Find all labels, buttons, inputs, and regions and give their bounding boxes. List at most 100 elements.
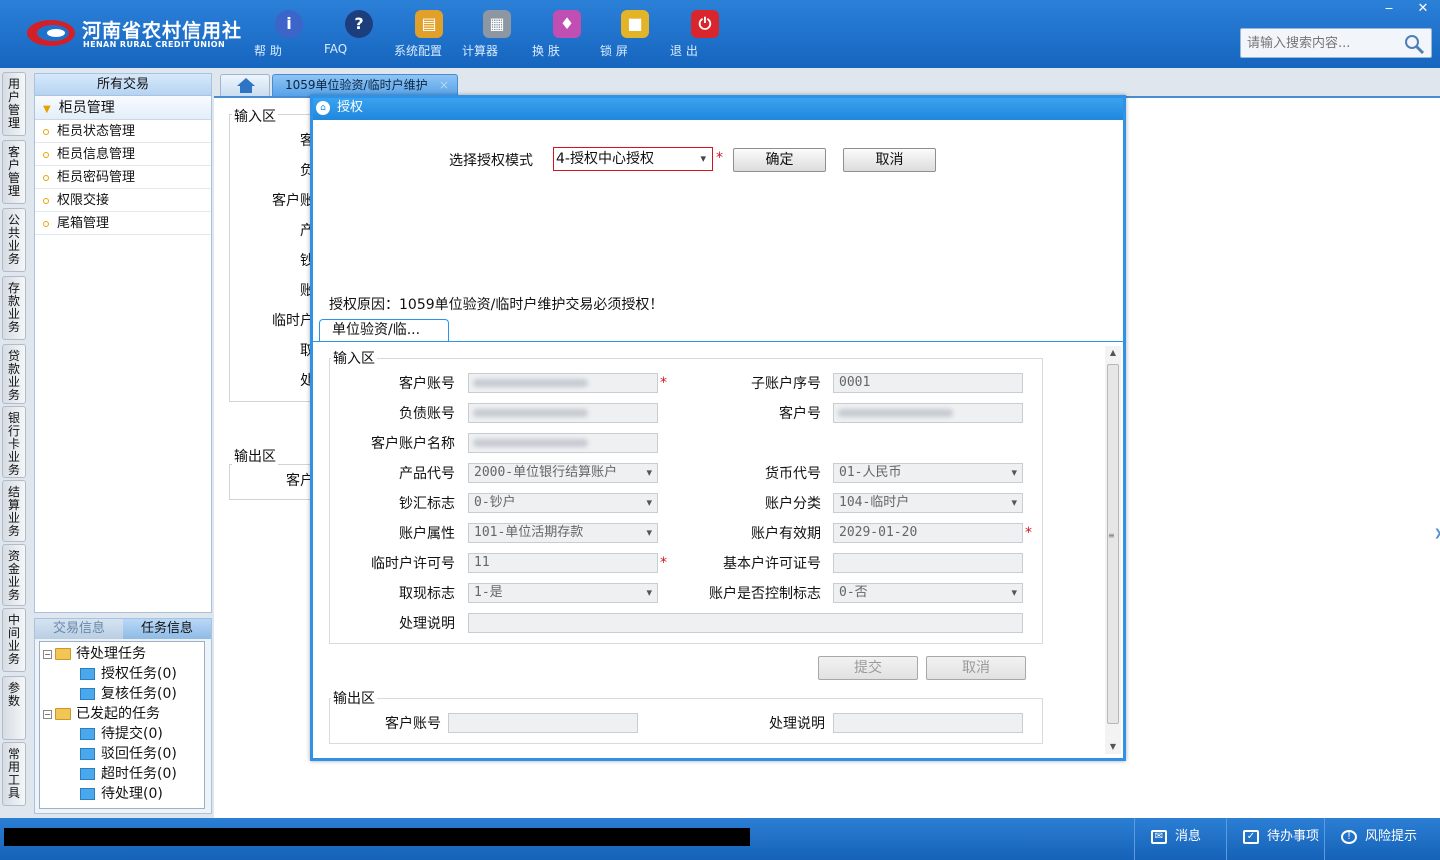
cust-no-field[interactable] (833, 403, 1023, 423)
faq-button[interactable]: ? FAQ (324, 6, 394, 62)
vtab-user-management[interactable]: 用户管理 (2, 72, 26, 136)
auth-mode-select[interactable]: 4-授权中心授权 (553, 147, 713, 171)
label-acct-attr: 账户属性 (399, 526, 455, 542)
dialog-scrollbar[interactable]: ▲ ≡ ▼ (1105, 346, 1121, 754)
tree-node-pending[interactable]: − 待处理任务 (43, 644, 146, 664)
acct-name-field[interactable] (468, 433, 658, 453)
nav-item-cash-box[interactable]: 尾箱管理 (35, 212, 211, 235)
status-message-area (4, 828, 750, 846)
scroll-down-icon[interactable]: ▼ (1105, 740, 1121, 754)
nav-item-teller-info[interactable]: 柜员信息管理 (35, 143, 211, 166)
required-mark: * (660, 375, 667, 391)
account-no-field[interactable] (468, 373, 658, 393)
tree-node-to-process[interactable]: 待处理(0) (80, 784, 163, 804)
logo: 河南省农村信用社 HENAN RURAL CREDIT UNION (26, 14, 241, 54)
task-tree: − 待处理任务 授权任务(0) 复核任务(0) − 已发起的任务 待提交(0) 驳回… (39, 641, 205, 809)
nav-item-permission-handover[interactable]: 权限交接 (35, 189, 211, 212)
calculator-button[interactable]: ▦ 计算器 (462, 6, 532, 62)
vtab-settlement-business[interactable]: 结算业务 (2, 480, 26, 542)
label-withdraw: 取现标志 (399, 586, 455, 602)
confirm-button[interactable]: 确定 (733, 148, 826, 172)
risk-alert-button[interactable]: ! 风险提示 (1324, 818, 1440, 860)
status-bar: ✉ 消息 ✓ 待办事项 ! 风险提示 (0, 818, 1440, 860)
label-acct-name: 客户账户名称 (371, 436, 455, 452)
label-temp-permit: 临时户许可号 (371, 556, 455, 572)
tab-unit-verification[interactable]: 单位验资/临... (319, 319, 449, 341)
search-icon[interactable] (1403, 33, 1425, 55)
label-cust-no: 客户号 (779, 406, 821, 422)
vtab-fund-business[interactable]: 资金业务 (2, 544, 26, 606)
vtab-intermediary-business[interactable]: 中间业务 (2, 608, 26, 672)
tree-node-rejected[interactable]: 驳回任务(0) (80, 744, 177, 764)
minimize-button[interactable]: ‒ (1372, 0, 1406, 18)
home-icon (237, 78, 255, 93)
collapse-icon[interactable]: − (43, 709, 52, 719)
out-remark-field[interactable] (833, 713, 1023, 733)
folder-icon (80, 768, 95, 780)
chat-bubble-icon: ! (1341, 829, 1357, 844)
vtab-deposit-business[interactable]: 存款业务 (2, 276, 26, 340)
search-input[interactable] (1245, 33, 1405, 53)
logo-mark-icon (27, 20, 75, 46)
vtab-public-business[interactable]: 公共业务 (2, 208, 26, 272)
tab-unit-capital-verification[interactable]: 1059单位验资/临时户维护 × (272, 74, 458, 96)
folder-open-icon (55, 648, 71, 660)
side-expand-icon[interactable]: ❯ (1434, 528, 1440, 548)
nav-header: 所有交易 (35, 74, 211, 96)
tab-home[interactable] (220, 74, 270, 96)
label-cash-flag: 钞汇标志 (399, 496, 455, 512)
skin-button[interactable]: ♦ 换 肤 (532, 6, 602, 62)
remark-field[interactable] (468, 613, 1023, 633)
nav-item-teller-status[interactable]: 柜员状态管理 (35, 120, 211, 143)
out-account-field[interactable] (448, 713, 638, 733)
checkbox-icon: ✓ (1243, 829, 1259, 844)
logo-text-cn: 河南省农村信用社 (82, 20, 243, 42)
folder-icon (80, 668, 95, 680)
controlled-select[interactable]: 0-否 (833, 583, 1023, 603)
lock-button[interactable]: ■ 锁 屏 (600, 6, 670, 62)
withdraw-select[interactable]: 1-是 (468, 583, 658, 603)
todo-button[interactable]: ✓ 待办事项 (1226, 818, 1324, 860)
settings-button[interactable]: ▤ 系统配置 (394, 6, 464, 62)
acct-attr-select[interactable]: 101-单位活期存款 (468, 523, 658, 543)
cancel-button[interactable]: 取消 (843, 148, 936, 172)
tab-transaction-info[interactable]: 交易信息 (35, 619, 123, 639)
acct-class-select[interactable]: 104-临时户 (833, 493, 1023, 513)
inner-cancel-button[interactable]: 取消 (926, 656, 1026, 680)
close-window-button[interactable]: ✕ (1406, 0, 1440, 18)
vtab-customer-management[interactable]: 客户管理 (2, 140, 26, 204)
vtab-loan-business[interactable]: 贷款业务 (2, 344, 26, 404)
exit-button[interactable]: ⏻ 退 出 (670, 6, 740, 62)
vtab-common-tools[interactable]: 常用工具 (2, 742, 26, 806)
tree-node-to-submit[interactable]: 待提交(0) (80, 724, 163, 744)
temp-permit-field[interactable]: 11 (468, 553, 658, 573)
product-select[interactable]: 2000-单位银行结算账户 (468, 463, 658, 483)
currency-select[interactable]: 01-人民币 (833, 463, 1023, 483)
tree-node-auth-tasks[interactable]: 授权任务(0) (80, 664, 177, 684)
vtab-parameters[interactable]: 参数 (2, 676, 26, 740)
tree-node-review-tasks[interactable]: 复核任务(0) (80, 684, 177, 704)
transaction-nav: 所有交易 ▼ 柜员管理 柜员状态管理 柜员信息管理 柜员密码管理 权限交接 尾箱管… (34, 73, 212, 613)
debt-no-field[interactable] (468, 403, 658, 423)
help-button[interactable]: i 帮 助 (254, 6, 324, 62)
close-tab-icon[interactable]: × (439, 75, 449, 95)
window-controls: ‒ ✕ (1372, 0, 1440, 18)
tree-node-initiated[interactable]: − 已发起的任务 (43, 704, 160, 724)
tree-node-timeout[interactable]: 超时任务(0) (80, 764, 177, 784)
tab-task-info[interactable]: 任务信息 (123, 619, 211, 639)
cash-flag-select[interactable]: 0-钞户 (468, 493, 658, 513)
submit-button[interactable]: 提交 (818, 656, 918, 680)
basic-permit-field[interactable] (833, 553, 1023, 573)
envelope-icon: ✉ (1151, 829, 1167, 844)
vtab-bank-card-business[interactable]: 银行卡业务 (2, 406, 26, 478)
bullet-icon (43, 151, 49, 158)
messages-button[interactable]: ✉ 消息 (1134, 818, 1226, 860)
sub-seq-field[interactable]: 0001 (833, 373, 1023, 393)
scroll-up-icon[interactable]: ▲ (1105, 346, 1121, 360)
nav-item-teller-password[interactable]: 柜员密码管理 (35, 166, 211, 189)
validity-field[interactable]: 2029-01-20 (833, 523, 1023, 543)
scroll-thumb[interactable] (1107, 364, 1119, 724)
collapse-icon[interactable]: − (43, 649, 52, 659)
nav-group-teller-management[interactable]: ▼ 柜员管理 (35, 96, 211, 120)
folder-open-icon (55, 708, 71, 720)
